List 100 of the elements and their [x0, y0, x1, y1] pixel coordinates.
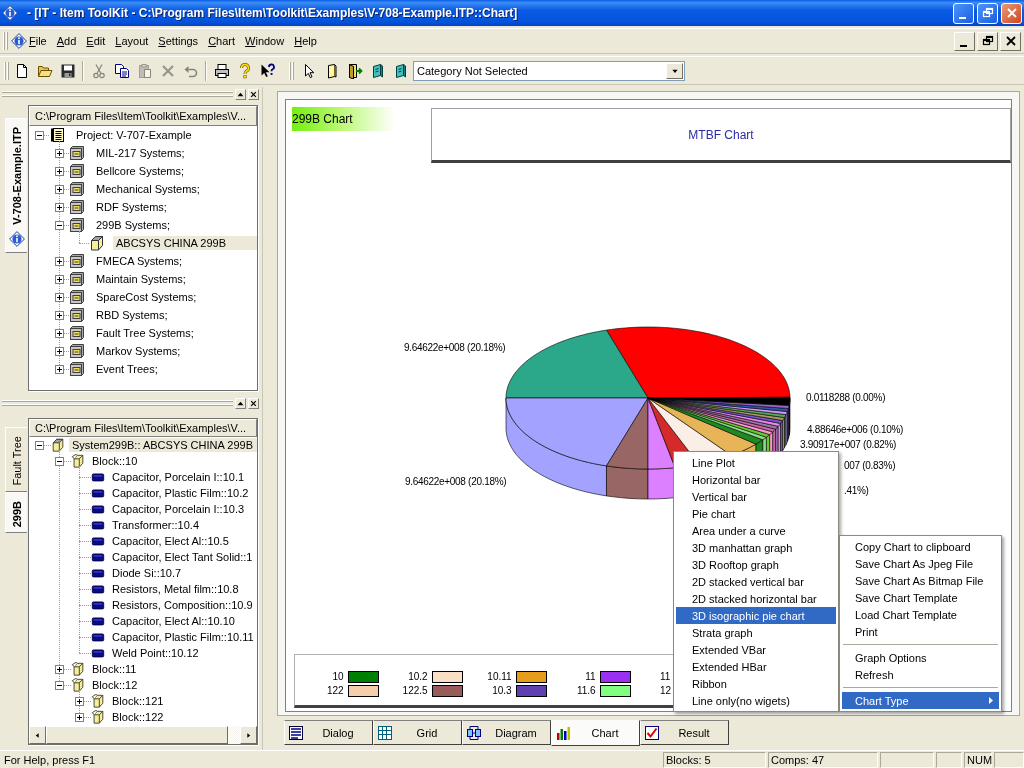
- menu-item[interactable]: File: [24, 32, 52, 50]
- horizontal-scrollbar[interactable]: [29, 726, 257, 744]
- tree-item[interactable]: Block::12: [89, 678, 141, 692]
- tree-item[interactable]: RDF Systems;: [93, 200, 170, 214]
- restore-button[interactable]: [977, 31, 998, 51]
- tree-item[interactable]: Capacitor, Elect Tant Solid::1: [109, 550, 256, 564]
- tree-item[interactable]: Mechanical Systems;: [93, 182, 203, 196]
- view-tab[interactable]: Grid: [373, 720, 462, 745]
- plus-box-icon[interactable]: [55, 310, 64, 320]
- menu-item[interactable]: 2D stacked horizontal bar: [676, 590, 836, 607]
- plus-box-icon[interactable]: [75, 712, 84, 722]
- view-tab[interactable]: Chart: [551, 720, 640, 746]
- view-tab[interactable]: Diagram: [462, 720, 551, 745]
- tree-item[interactable]: Resistors, Metal film::10.8: [109, 582, 242, 596]
- view-tab[interactable]: Dialog: [284, 720, 373, 745]
- menu-item[interactable]: Extended HBar: [676, 658, 836, 675]
- tree-item[interactable]: Capacitor, Plastic Film::10.11: [109, 630, 257, 644]
- plus-box-icon[interactable]: [55, 166, 64, 176]
- plus-box-icon[interactable]: [75, 696, 84, 706]
- menu-item[interactable]: Layout: [110, 32, 154, 50]
- tree-item[interactable]: ABCSYS CHINA 299B: [113, 236, 257, 250]
- panel-close-button[interactable]: [248, 89, 259, 100]
- scrollbar-thumb[interactable]: [46, 726, 228, 744]
- plus-box-icon[interactable]: [55, 292, 64, 302]
- tree-item[interactable]: Event Trees;: [93, 362, 161, 376]
- tree-item[interactable]: Capacitor, Elect Al::10.5: [109, 534, 232, 548]
- menu-item[interactable]: Ribbon: [676, 675, 836, 692]
- grip-icon[interactable]: [289, 61, 294, 80]
- menu-item[interactable]: Help: [289, 32, 322, 50]
- minus-box-icon[interactable]: [35, 440, 44, 450]
- minus-box-icon[interactable]: [55, 220, 64, 230]
- menu-item[interactable]: 2D stacked vertical bar: [676, 573, 836, 590]
- menu-item[interactable]: Save Chart As Bitmap File: [842, 572, 999, 589]
- tree-item[interactable]: Block::11: [89, 662, 140, 676]
- panel-grip[interactable]: [2, 400, 233, 407]
- tree-item[interactable]: Block::122: [109, 710, 167, 724]
- plus-box-icon[interactable]: [55, 328, 64, 338]
- tree-item[interactable]: Weld Point::10.12: [109, 646, 202, 660]
- plus-box-icon[interactable]: [55, 274, 64, 284]
- tree-item[interactable]: Block::10: [89, 454, 141, 468]
- tree-item[interactable]: FMECA Systems;: [93, 254, 186, 268]
- plus-box-icon[interactable]: [55, 148, 64, 158]
- path-header[interactable]: C:\Program Files\Item\Toolkit\Examples\V...: [29, 419, 257, 437]
- scroll-left-button[interactable]: [29, 726, 46, 744]
- category-dropdown[interactable]: Category Not Selected: [413, 60, 685, 81]
- path-header[interactable]: C:\Program Files\Item\Toolkit\Examples\V...: [29, 106, 257, 126]
- tree-item[interactable]: Resistors, Composition::10.9: [109, 598, 256, 612]
- tree-item[interactable]: 299B Systems;: [93, 218, 173, 232]
- close-button[interactable]: [1000, 31, 1021, 51]
- grip-icon[interactable]: [3, 32, 8, 50]
- menu-item[interactable]: Save Chart Template: [842, 589, 999, 606]
- panel-collapse-button[interactable]: [235, 89, 246, 100]
- plus-box-icon[interactable]: [55, 364, 64, 374]
- menu-item[interactable]: Chart: [203, 32, 241, 50]
- menu-item[interactable]: Window: [240, 32, 290, 50]
- tree-item[interactable]: Capacitor, Plastic Film::10.2: [109, 486, 252, 500]
- tree-item[interactable]: Block::121: [109, 694, 167, 708]
- panel-close-button[interactable]: [248, 398, 259, 409]
- grip-icon[interactable]: [4, 61, 9, 80]
- tree-item[interactable]: System299B:: ABCSYS CHINA 299B: [69, 438, 257, 452]
- panel-tab[interactable]: 299B: [5, 491, 27, 533]
- menu-item[interactable]: 3D isographic pie chart: [676, 607, 836, 624]
- menu-item[interactable]: Graph Options: [842, 649, 999, 666]
- menu-item[interactable]: 3D manhattan graph: [676, 539, 836, 556]
- plus-box-icon[interactable]: [55, 664, 64, 674]
- menu-item[interactable]: Extended VBar: [676, 641, 836, 658]
- menu-item[interactable]: Print: [842, 623, 999, 640]
- plus-box-icon[interactable]: [55, 346, 64, 356]
- tree-item[interactable]: Transformer::10.4: [109, 518, 202, 532]
- tree-item[interactable]: Project: V-707-Example: [73, 128, 195, 142]
- menu-item[interactable]: Save Chart As Jpeg File: [842, 555, 999, 572]
- tree-item[interactable]: SpareCost Systems;: [93, 290, 200, 304]
- panel-grip[interactable]: [2, 91, 233, 98]
- minus-box-icon[interactable]: [55, 456, 64, 466]
- menu-item[interactable]: Line Plot: [676, 454, 836, 471]
- tree-item[interactable]: MIL-217 Systems;: [93, 146, 188, 160]
- menu-item[interactable]: Pie chart: [676, 505, 836, 522]
- tree-item[interactable]: Fault Tree Systems;: [93, 326, 197, 340]
- minus-box-icon[interactable]: [35, 130, 44, 140]
- view-tab[interactable]: Result: [640, 720, 729, 745]
- minimize-button[interactable]: [954, 31, 975, 51]
- menu-item[interactable]: Copy Chart to clipboard: [842, 538, 999, 555]
- menu-item[interactable]: Strata graph: [676, 624, 836, 641]
- menu-item[interactable]: Vertical bar: [676, 488, 836, 505]
- menu-item[interactable]: Add: [51, 32, 82, 50]
- tree-item[interactable]: Capacitor, Porcelain I::10.1: [109, 470, 248, 484]
- menu-item[interactable]: Refresh: [842, 666, 999, 683]
- menu-item[interactable]: Line only(no wigets): [676, 692, 836, 709]
- menu-item[interactable]: Settings: [153, 32, 204, 50]
- minus-box-icon[interactable]: [55, 680, 64, 690]
- menu-item[interactable]: Edit: [81, 32, 111, 50]
- panel-tab[interactable]: Fault Tree: [5, 427, 27, 492]
- tree-item[interactable]: Capacitor, Porcelain I::10.3: [109, 502, 248, 516]
- dropdown-button[interactable]: [666, 62, 683, 79]
- plus-box-icon[interactable]: [55, 184, 64, 194]
- tree-item[interactable]: Capacitor, Elect Al::10.10: [109, 614, 238, 628]
- tree-item[interactable]: Bellcore Systems;: [93, 164, 188, 178]
- menu-item[interactable]: Chart Type: [842, 692, 999, 709]
- panel-collapse-button[interactable]: [235, 398, 246, 409]
- plus-box-icon[interactable]: [55, 202, 64, 212]
